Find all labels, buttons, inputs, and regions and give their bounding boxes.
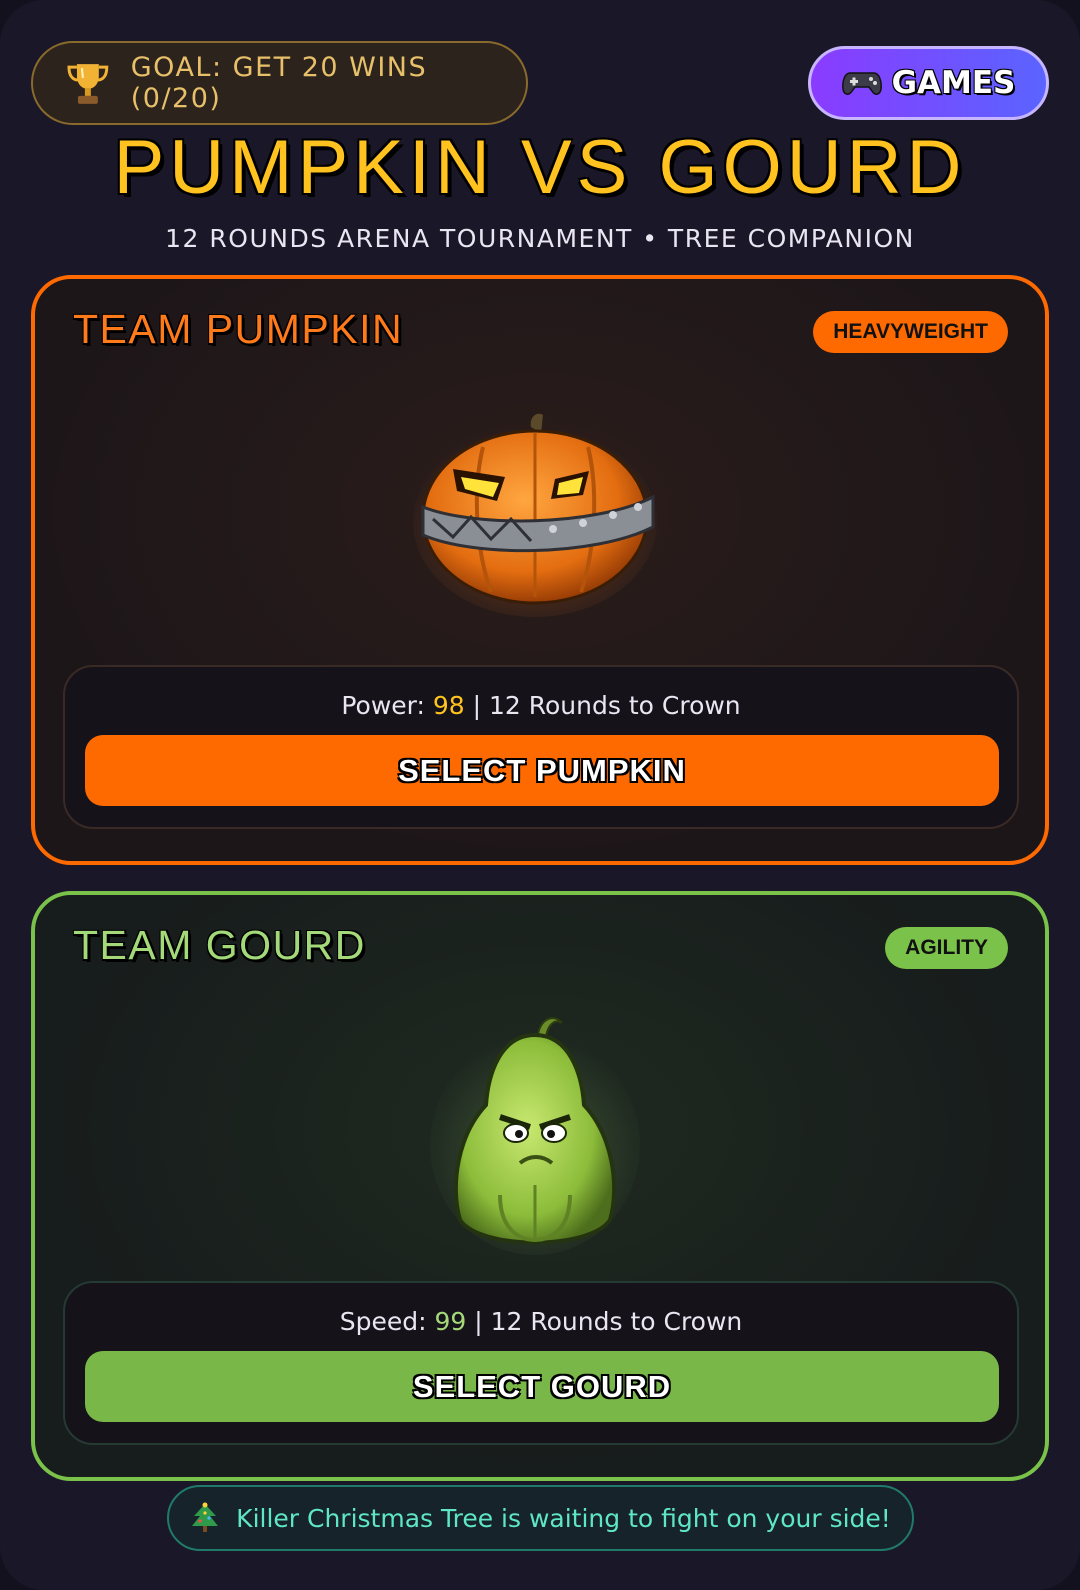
stat-suffix: | 12 Rounds to Crown — [464, 691, 741, 720]
games-label: GAMES — [891, 65, 1016, 101]
stat-suffix: | 12 Rounds to Crown — [466, 1307, 743, 1336]
team-name: TEAM PUMPKIN — [73, 306, 404, 352]
game-screen: GOAL: GET 20 WINS (0/20) GAMES PUMPKIN V… — [0, 0, 1080, 1590]
stat-panel: Speed: 99 | 12 Rounds to Crown SELECT GO… — [63, 1281, 1019, 1445]
gourd-character-image — [430, 1017, 640, 1255]
team-gourd-card: TEAM GOURD AGILITY Speed: 99 | 12 Rounds… — [31, 891, 1049, 1481]
stat-value: 98 — [432, 691, 465, 720]
select-pumpkin-button[interactable]: SELECT PUMPKIN — [85, 735, 999, 806]
stat-panel: Power: 98 | 12 Rounds to Crown SELECT PU… — [63, 665, 1019, 829]
page-title: PUMPKIN VS GOURD — [113, 125, 967, 210]
stat-value: 99 — [434, 1307, 467, 1336]
stat-line: Power: 98 | 12 Rounds to Crown — [65, 691, 1017, 720]
gamepad-icon — [841, 72, 882, 95]
stat-label: Power: — [341, 691, 433, 720]
class-badge: AGILITY — [885, 927, 1008, 969]
goal-text: GOAL: GET 20 WINS (0/20) — [130, 52, 428, 114]
games-button[interactable]: GAMES — [808, 46, 1049, 120]
trophy-icon — [67, 64, 109, 104]
stat-line: Speed: 99 | 12 Rounds to Crown — [65, 1307, 1017, 1336]
page-subtitle: 12 ROUNDS ARENA TOURNAMENT • TREE COMPAN… — [165, 224, 915, 253]
team-pumpkin-card: TEAM PUMPKIN HEAVYWEIGHT Power: 98 | 12 … — [31, 275, 1049, 865]
goal-pill: GOAL: GET 20 WINS (0/20) — [31, 41, 528, 125]
companion-banner: Killer Christmas Tree is waiting to figh… — [167, 1485, 914, 1551]
christmas-tree-icon — [192, 1502, 219, 1532]
select-gourd-button[interactable]: SELECT GOURD — [85, 1351, 999, 1422]
stat-label: Speed: — [339, 1307, 435, 1336]
team-name: TEAM GOURD — [73, 922, 366, 968]
companion-text: Killer Christmas Tree is waiting to figh… — [236, 1503, 891, 1533]
pumpkin-character-image — [413, 413, 657, 617]
class-badge: HEAVYWEIGHT — [813, 311, 1008, 353]
